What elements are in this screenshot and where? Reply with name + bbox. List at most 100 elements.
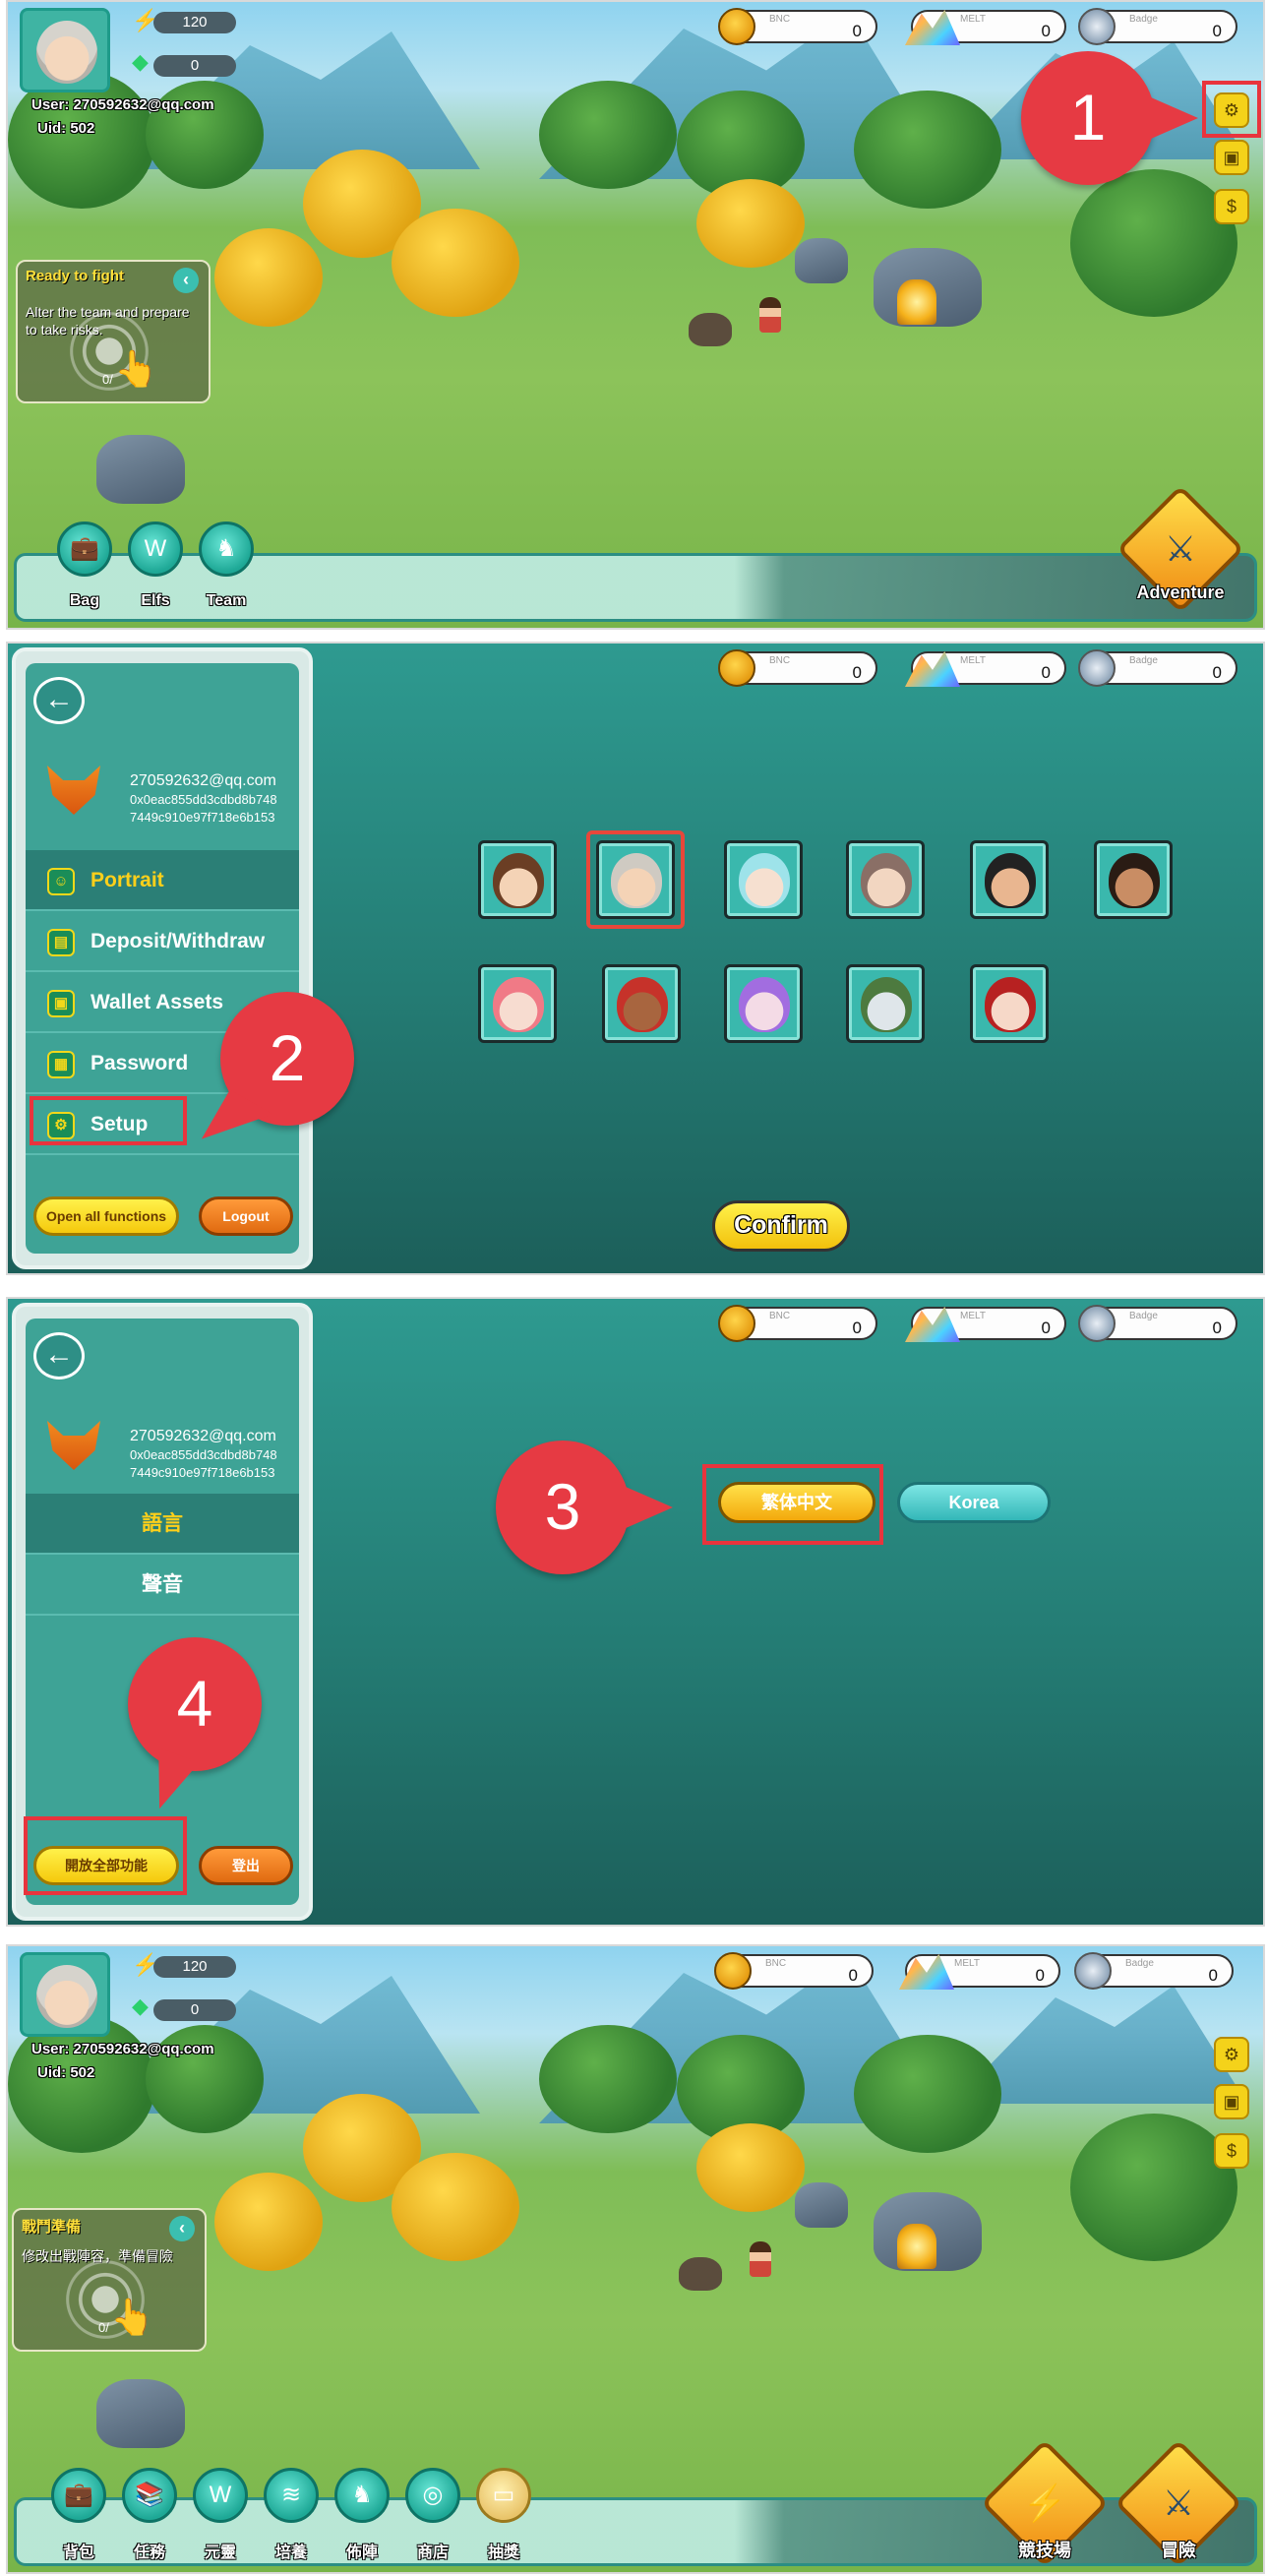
treasure-chest-icon: ▭ — [492, 2482, 515, 2508]
portrait-option[interactable] — [478, 840, 557, 919]
tree — [392, 209, 519, 317]
cave-entrance — [897, 2224, 936, 2269]
bnc-value: 0 — [848, 1966, 858, 1985]
badge-value: 0 — [1212, 663, 1222, 682]
menu-portrait[interactable]: ☺ Portrait — [26, 850, 299, 911]
portrait-option[interactable] — [724, 964, 803, 1043]
back-button[interactable]: ← — [33, 1332, 85, 1380]
badge-icon — [1074, 1952, 1112, 1990]
collapse-chevron-icon[interactable]: ‹ — [169, 2216, 195, 2241]
player-avatar[interactable] — [20, 1952, 110, 2037]
metamask-fox-icon — [47, 1421, 100, 1470]
menu-language[interactable]: 語言 — [26, 1494, 299, 1555]
tree — [854, 91, 1001, 209]
tree — [539, 81, 677, 189]
account-info: 270592632@qq.com 0x0eac855dd3cdbd8b748 7… — [130, 771, 297, 827]
tree — [1070, 2114, 1237, 2261]
hero-character[interactable] — [750, 2241, 771, 2277]
collapse-chevron-icon[interactable]: ‹ — [173, 268, 199, 293]
coin-shop-button[interactable]: $ — [1214, 2133, 1249, 2169]
coin-shop-button[interactable]: $ — [1214, 189, 1249, 224]
dollar-icon: $ — [1226, 2141, 1237, 2161]
chess-knight-icon: ♞ — [351, 2482, 373, 2508]
melt-label: MELT — [960, 14, 986, 25]
shop-button[interactable]: ◎ — [405, 2468, 460, 2523]
hero-character[interactable] — [759, 297, 781, 333]
menu-sound[interactable]: 聲音 — [26, 1555, 299, 1616]
logout-button[interactable]: 登出 — [199, 1846, 293, 1885]
briefcase-icon: 💼 — [70, 535, 99, 562]
briefcase-icon: 💼 — [64, 2482, 93, 2508]
gem-counter: 0 — [153, 1999, 236, 2021]
gem-icon: ◆ — [132, 1993, 149, 2018]
menu-deposit-withdraw[interactable]: ▤ Deposit/Withdraw — [26, 911, 299, 972]
bag-button[interactable]: 💼 — [57, 521, 112, 577]
portrait-option[interactable] — [970, 964, 1049, 1043]
back-button[interactable]: ← — [33, 677, 85, 724]
bag-button[interactable]: 💼 — [51, 2468, 106, 2523]
formation-label: 佈陣 — [345, 2545, 378, 2561]
bnc-label: BNC — [769, 1311, 791, 1321]
portrait-option[interactable] — [1094, 840, 1173, 919]
gear-icon: ⚙ — [1223, 2045, 1240, 2064]
train-button[interactable]: ≋ — [264, 2468, 319, 2523]
bnc-balance: BNC 0 — [718, 649, 877, 687]
badge-value: 0 — [1208, 1966, 1218, 1985]
lottery-button[interactable]: ▭ — [476, 2468, 531, 2523]
portrait-option[interactable] — [478, 964, 557, 1043]
tasks-button[interactable]: 📚 — [122, 2468, 177, 2523]
portrait-option[interactable] — [970, 840, 1049, 919]
battle-prep-card[interactable]: 戰鬥準備 ‹ 修改出戰陣容，準備冒險 0/ 👆 — [12, 2208, 207, 2352]
elfs-button[interactable]: W — [128, 521, 183, 577]
melt-balance: MELT 0 — [905, 1306, 1066, 1342]
badge-label: Badge — [1129, 14, 1158, 25]
team-button[interactable]: ♞ — [199, 521, 254, 577]
language-option-korea[interactable]: Korea — [897, 1482, 1051, 1523]
melt-value: 0 — [1041, 22, 1051, 40]
player-avatar[interactable] — [20, 8, 110, 92]
logout-button[interactable]: Logout — [199, 1196, 293, 1236]
arrow-left-icon: ← — [44, 1338, 74, 1371]
settings-gear-button[interactable]: ⚙ — [1214, 2037, 1249, 2072]
bnc-value: 0 — [852, 663, 862, 682]
portrait-option[interactable] — [602, 964, 681, 1043]
tasks-label: 任務 — [133, 2545, 165, 2561]
open-all-functions-button[interactable]: Open all functions — [33, 1196, 179, 1236]
menu-password-label: Password — [90, 1052, 189, 1074]
badge-label: Badge — [1129, 1311, 1158, 1321]
badge-balance: Badge 0 — [1078, 8, 1237, 45]
tree — [854, 2035, 1001, 2153]
badge-icon — [1078, 8, 1116, 45]
wallet-button[interactable]: ▣ — [1214, 140, 1249, 175]
ready-to-fight-card[interactable]: Ready to fight ‹ Alter the team and prep… — [16, 260, 211, 403]
rock — [795, 2182, 848, 2228]
adventure-label: Adventure — [1136, 583, 1225, 602]
portrait-option-selected[interactable] — [596, 840, 675, 919]
bottom-nav-bar — [14, 553, 1257, 622]
elf-w-icon: W — [209, 2482, 232, 2508]
wallet-address-line1: 0x0eac855dd3cdbd8b748 — [130, 792, 277, 807]
wallet-button[interactable]: ▣ — [1214, 2084, 1249, 2119]
spirits-button[interactable]: W — [193, 2468, 248, 2523]
confirm-button[interactable]: Confirm — [712, 1200, 850, 1252]
melt-label: MELT — [954, 1958, 980, 1969]
energy-counter: 120 — [153, 1956, 236, 1978]
bnc-balance: BNC 0 — [718, 8, 877, 45]
melt-balance: MELT 0 — [905, 650, 1066, 687]
tree — [214, 228, 323, 327]
shop-label: 商店 — [416, 2545, 449, 2561]
bnc-label: BNC — [769, 655, 791, 666]
book-icon: 📚 — [135, 2482, 164, 2508]
portrait-option[interactable] — [846, 964, 925, 1043]
portrait-option[interactable] — [724, 840, 803, 919]
portrait-option[interactable] — [846, 840, 925, 919]
melt-label: MELT — [960, 655, 986, 666]
elf-w-icon: W — [144, 535, 167, 562]
step-marker-4: 4 — [128, 1637, 262, 1771]
formation-button[interactable]: ♞ — [334, 2468, 390, 2523]
bnc-coin-icon — [718, 1305, 755, 1342]
highlight-box-settings — [1202, 81, 1261, 138]
account-info: 270592632@qq.com 0x0eac855dd3cdbd8b748 7… — [130, 1427, 297, 1482]
tree — [1070, 169, 1237, 317]
bag-label: Bag — [69, 592, 100, 609]
